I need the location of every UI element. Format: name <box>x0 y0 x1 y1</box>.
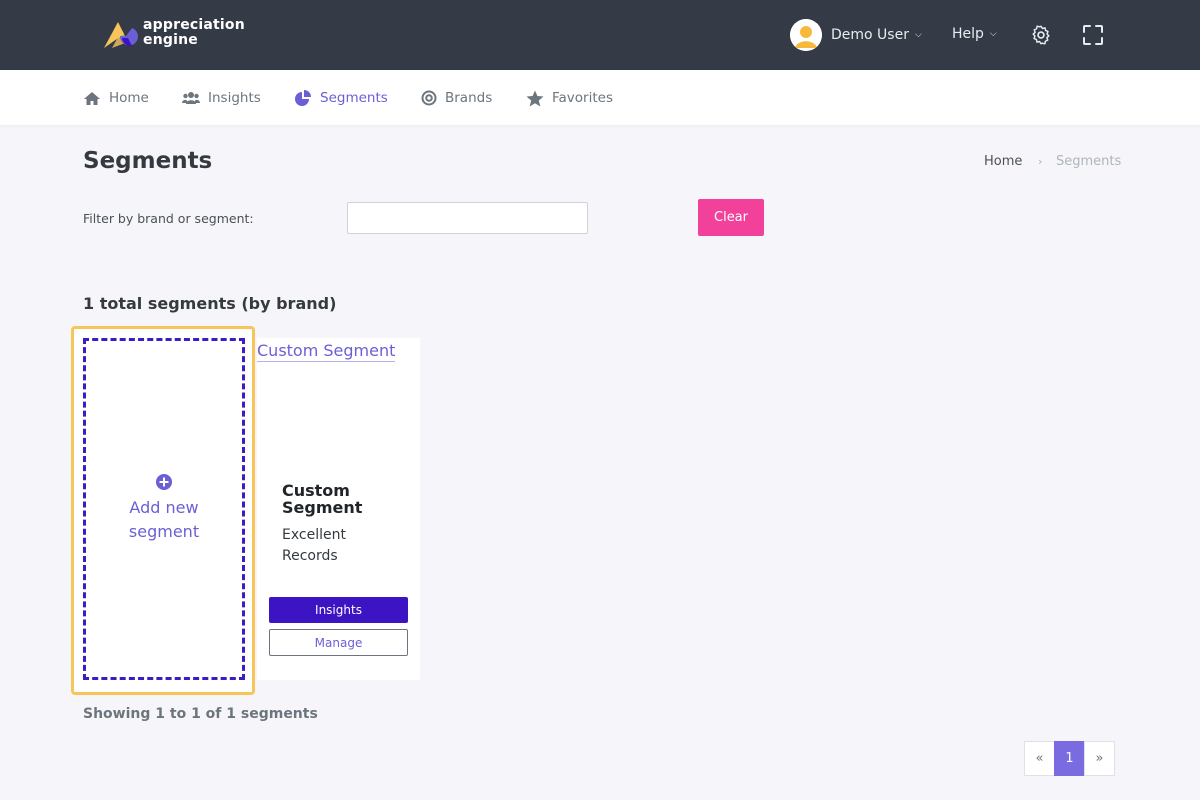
breadcrumb-home[interactable]: Home <box>984 154 1022 169</box>
clear-button[interactable]: Clear <box>698 199 764 236</box>
user-menu[interactable]: Demo User ⌵ <box>790 19 922 51</box>
segment-card: Custom Segment Custom Segment Excellent … <box>257 338 420 680</box>
nav-item-brands[interactable]: Brands <box>421 89 492 107</box>
filter-label: Filter by brand or segment: <box>83 211 254 226</box>
segment-description: Excellent Records <box>282 527 346 564</box>
nav-item-segments[interactable]: Segments <box>294 89 388 107</box>
target-icon <box>421 90 437 106</box>
chevron-down-icon: ⌵ <box>989 29 997 39</box>
home-icon <box>84 91 100 105</box>
pie-chart-icon <box>295 90 311 106</box>
nav-label-segments: Segments <box>320 90 388 106</box>
add-segment-label: Add new segment <box>129 496 199 544</box>
plus-circle-icon <box>156 474 172 490</box>
pagination-page[interactable]: 1 <box>1054 741 1085 776</box>
pagination-prev[interactable]: « <box>1024 741 1055 776</box>
logo-mark-icon <box>104 22 138 48</box>
user-name: Demo User <box>831 27 909 43</box>
gear-icon[interactable] <box>1030 24 1052 46</box>
add-segment-line-1: Add new <box>129 498 199 517</box>
add-segment-line-2: segment <box>128 522 200 541</box>
showing-count: Showing 1 to 1 of 1 segments <box>83 706 318 722</box>
nav-label-insights: Insights <box>208 90 261 106</box>
insights-button[interactable]: Insights <box>269 597 408 623</box>
help-menu[interactable]: Help ⌵ <box>952 26 997 42</box>
breadcrumb-separator: › <box>1038 155 1043 168</box>
logo-line-1: appreciation <box>143 17 245 33</box>
segment-header-link[interactable]: Custom Segment <box>257 341 396 362</box>
manage-button[interactable]: Manage <box>269 629 408 656</box>
pagination: « 1 » <box>1024 741 1115 776</box>
help-label: Help <box>952 26 984 42</box>
user-avatar-icon <box>790 19 822 51</box>
add-segment-card[interactable]: Add new segment <box>83 338 245 680</box>
chevron-down-icon: ⌵ <box>914 30 922 40</box>
main-nav: Home Insights Segments Brands Favorites <box>0 70 1200 125</box>
add-segment-wrapper: Add new segment <box>71 326 255 695</box>
nav-label-favorites: Favorites <box>552 90 613 106</box>
star-icon <box>526 90 544 106</box>
top-bar: appreciation engine Demo User ⌵ Help ⌵ <box>0 0 1200 70</box>
fullscreen-icon[interactable] <box>1083 25 1103 45</box>
pagination-next[interactable]: » <box>1084 741 1115 776</box>
nav-item-favorites[interactable]: Favorites <box>526 89 613 107</box>
nav-item-insights[interactable]: Insights <box>182 89 261 107</box>
segment-name: Custom Segment <box>282 481 363 517</box>
filter-input[interactable] <box>347 202 588 234</box>
segments-total: 1 total segments (by brand) <box>83 294 337 313</box>
logo-line-2: engine <box>143 32 198 48</box>
page-title: Segments <box>83 148 213 174</box>
nav-item-home[interactable]: Home <box>83 89 149 107</box>
avatar <box>790 19 822 51</box>
users-icon <box>182 92 200 104</box>
app-logo[interactable]: appreciation engine <box>102 18 262 54</box>
logo-text: appreciation engine <box>143 18 245 48</box>
nav-label-home: Home <box>109 90 149 106</box>
breadcrumb-current: Segments <box>1056 154 1122 169</box>
nav-label-brands: Brands <box>445 90 493 106</box>
